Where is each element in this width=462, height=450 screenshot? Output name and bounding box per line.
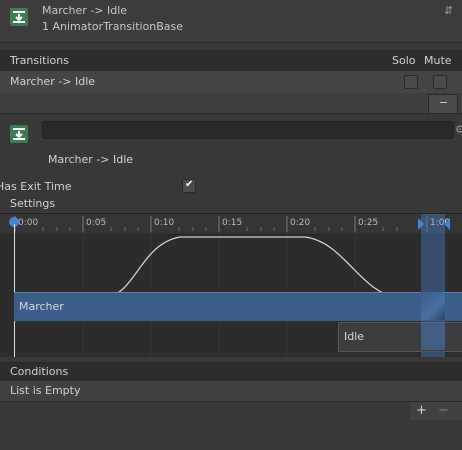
transition-start-marker[interactable] [418, 218, 424, 230]
conditions-footer: + − [410, 402, 462, 420]
transitions-header-label: Transitions [10, 54, 69, 67]
add-condition-button[interactable]: + [416, 403, 427, 418]
header-title: Marcher -> Idle [42, 4, 128, 17]
conditions-header: Conditions [0, 362, 462, 382]
animator-transition-icon [10, 8, 28, 26]
source-state-label: Marcher [19, 300, 64, 313]
source-state-extension [445, 292, 462, 321]
source-state-bar[interactable]: Marcher [14, 292, 444, 321]
solo-column-label: Solo [392, 54, 416, 67]
has-exit-time-checkbox[interactable]: ✔ [182, 179, 196, 193]
conditions-header-label: Conditions [10, 365, 69, 378]
transitions-header: Transitions Solo Mute [0, 50, 462, 72]
header-subtitle: 1 AnimatorTransitionBase [42, 20, 184, 33]
remove-transition-label: − [439, 96, 449, 109]
target-overlap-overlay [421, 322, 445, 350]
mute-checkbox[interactable] [433, 75, 447, 89]
has-exit-time-check-icon: ✔ [185, 179, 194, 190]
target-state-label: Idle [344, 330, 365, 343]
mute-column-label: Mute [424, 54, 452, 67]
timeline-ruler-ticks [14, 216, 428, 232]
has-exit-time-label: Has Exit Time [0, 180, 72, 193]
source-fade-overlay [421, 292, 445, 320]
solo-checkbox[interactable] [404, 75, 418, 89]
transition-list-footer [0, 93, 462, 114]
transition-end-marker[interactable] [444, 218, 450, 230]
detail-subtitle: Marcher -> Idle [48, 153, 134, 166]
transition-row-label: Marcher -> Idle [10, 75, 96, 88]
remove-transition-button[interactable]: − [428, 94, 458, 114]
detail-gear-icon[interactable]: ⚙ [455, 123, 462, 136]
transition-row[interactable]: Marcher -> Idle [0, 71, 462, 93]
timeline[interactable]: 0:00 0:05 0:10 0:15 0:20 0:25 1:00 March… [0, 213, 462, 357]
transition-detail-icon [10, 125, 28, 143]
conditions-empty-label: List is Empty [10, 384, 81, 397]
settings-gear-icon[interactable]: ⇵ [444, 4, 453, 17]
conditions-list: List is Empty [0, 381, 462, 402]
remove-condition-button[interactable]: − [438, 403, 449, 418]
inspector-header: Marcher -> Idle 1 AnimatorTransitionBase… [0, 0, 462, 43]
transition-name-field[interactable] [42, 121, 454, 139]
settings-foldout[interactable]: Settings [10, 197, 55, 210]
